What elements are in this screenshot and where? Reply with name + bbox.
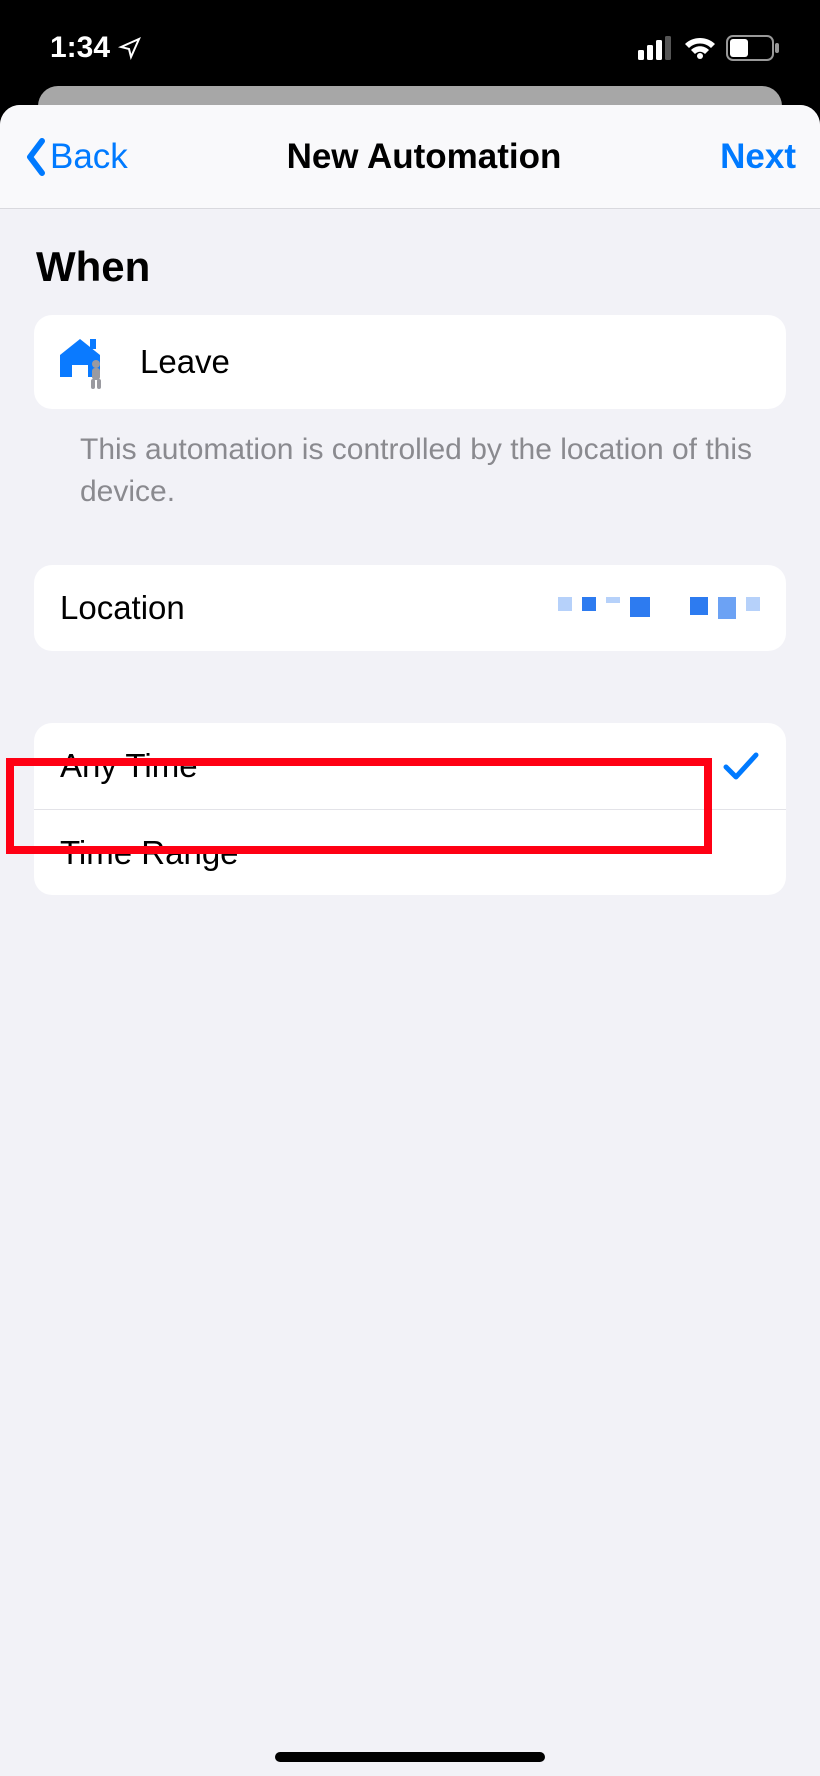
time-options-card: Any Time Time Range	[34, 723, 786, 895]
battery-icon	[726, 35, 780, 61]
option-any-time-label: Any Time	[60, 747, 722, 785]
option-time-range[interactable]: Time Range	[34, 809, 786, 895]
option-any-time[interactable]: Any Time	[34, 723, 786, 809]
option-time-range-label: Time Range	[60, 834, 760, 872]
status-time: 1:34	[50, 31, 142, 65]
content: When Leave	[0, 209, 820, 1776]
location-arrow-icon	[118, 36, 142, 60]
status-bar: 1:34	[0, 0, 820, 95]
cellular-icon	[638, 36, 674, 60]
back-button[interactable]: Back	[24, 137, 128, 177]
nav-bar: Back New Automation Next	[0, 105, 820, 209]
leave-home-icon	[60, 337, 116, 387]
trigger-label: Leave	[140, 343, 760, 381]
home-indicator[interactable]	[275, 1752, 545, 1762]
wifi-icon	[684, 36, 716, 60]
trigger-card[interactable]: Leave	[34, 315, 786, 409]
status-icons	[638, 35, 780, 61]
nav-title: New Automation	[287, 137, 562, 177]
location-card[interactable]: Location	[34, 565, 786, 651]
back-label: Back	[50, 137, 128, 177]
modal-sheet: Back New Automation Next When	[0, 105, 820, 1776]
location-value	[558, 597, 760, 619]
trigger-footnote: This automation is controlled by the loc…	[0, 409, 820, 513]
chevron-left-icon	[24, 137, 48, 177]
location-label: Location	[60, 589, 558, 627]
section-title: When	[0, 209, 820, 315]
checkmark-icon	[722, 747, 760, 785]
status-time-text: 1:34	[50, 31, 110, 65]
next-button[interactable]: Next	[720, 137, 796, 177]
